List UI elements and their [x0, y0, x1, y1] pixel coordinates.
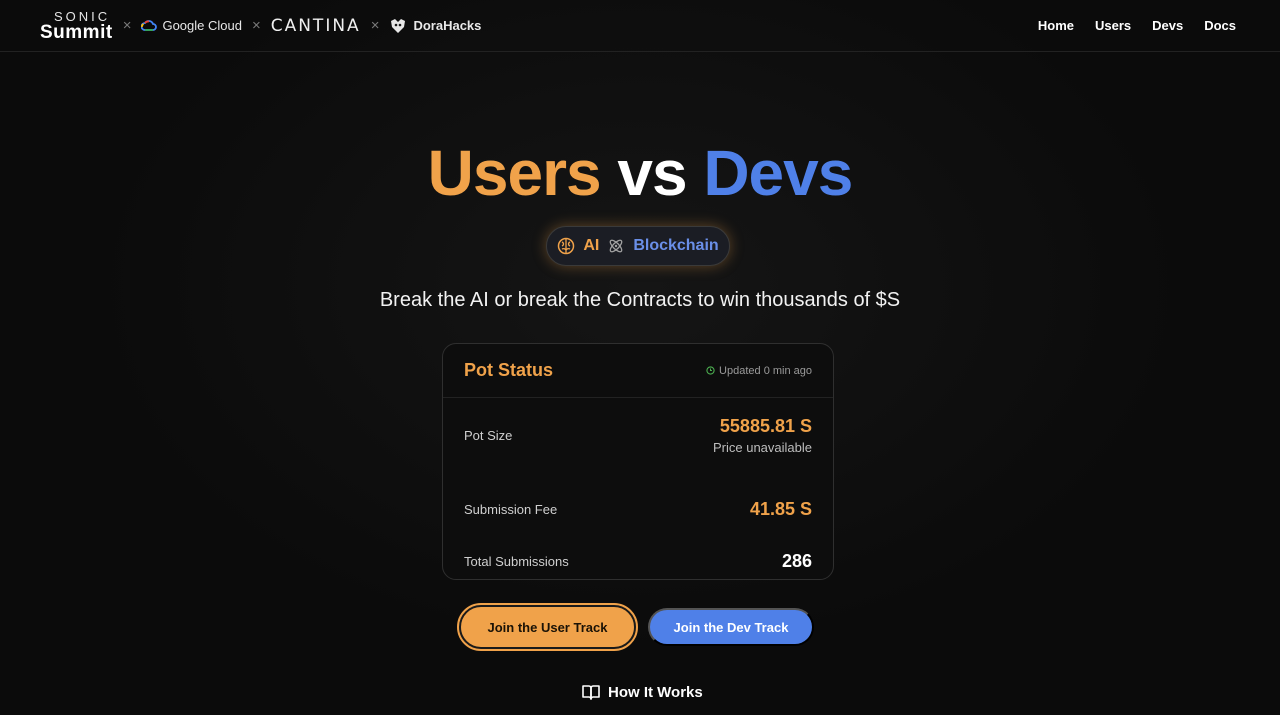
pot-status-title: Pot Status: [464, 360, 554, 380]
sonic-logo-top: SONIC: [54, 8, 111, 24]
hero-title: Users vs Devs: [0, 136, 1280, 210]
total-submissions-value: 286: [781, 550, 812, 571]
how-it-works-link[interactable]: How It Works: [582, 682, 703, 702]
badge-blockchain-label: Blockchain: [633, 237, 719, 254]
separator: ×: [122, 17, 132, 34]
main-nav: Home Users Devs Docs: [1038, 18, 1240, 33]
pot-size-value-group: 55885.81 S Price unavailable: [713, 416, 812, 455]
price-status: Price unavailable: [712, 439, 812, 455]
clock-icon: [706, 366, 715, 375]
submission-fee-row: Submission Fee 41.85 S: [443, 480, 833, 538]
pot-size-row: Pot Size 55885.81 S Price unavailable: [443, 400, 833, 470]
separator: ×: [370, 17, 380, 34]
updated-indicator: Updated 0 min ago: [706, 365, 812, 377]
nav-docs[interactable]: Docs: [1204, 18, 1236, 33]
title-users: Users: [427, 137, 602, 209]
total-submissions-row: Total Submissions 286: [443, 538, 833, 584]
nav-home[interactable]: Home: [1038, 18, 1074, 33]
ai-blockchain-badge: AI Blockchain: [546, 226, 730, 266]
title-vs: vs: [617, 137, 687, 209]
atom-icon: [609, 239, 623, 253]
pot-status-card: Pot Status Updated 0 min ago Pot Size 55…: [442, 343, 834, 580]
pot-size-label: Pot Size: [464, 427, 513, 443]
google-cloud-logo: Google Cloud: [141, 18, 242, 33]
nav-users[interactable]: Users: [1095, 18, 1131, 33]
hero-tagline: Break the AI or break the Contracts to w…: [379, 289, 901, 311]
submission-fee-label: Submission Fee: [464, 501, 558, 517]
pot-status-header: Pot Status Updated 0 min ago: [443, 344, 833, 398]
separator: ×: [251, 17, 261, 34]
join-dev-track-button[interactable]: Join the Dev Track: [648, 608, 814, 646]
cantina-logo: CANTINA: [270, 15, 361, 36]
dorahacks-icon: [391, 18, 406, 33]
nav-devs[interactable]: Devs: [1152, 18, 1183, 33]
partner-logos: SONIC Summit × Google Cloud × CANTINA × …: [40, 10, 481, 42]
dorahacks-logo: DoraHacks: [389, 18, 481, 34]
badge-ai-label: AI: [583, 237, 600, 254]
book-icon: [582, 685, 600, 700]
title-devs: Devs: [703, 137, 853, 209]
join-user-track-button[interactable]: Join the User Track: [457, 603, 638, 651]
total-submissions-label: Total Submissions: [464, 553, 569, 569]
how-it-works-label: How It Works: [608, 683, 703, 701]
submission-fee-value: 41.85 S: [749, 498, 812, 519]
top-header: SONIC Summit × Google Cloud × CANTINA × …: [0, 0, 1280, 52]
dorahacks-label: DoraHacks: [413, 18, 482, 33]
google-cloud-label: Google Cloud: [162, 18, 242, 33]
sonic-summit-logo[interactable]: SONIC Summit: [40, 10, 113, 42]
sonic-logo-bottom: Summit: [40, 21, 113, 43]
brain-icon: [558, 237, 575, 255]
google-cloud-icon: [141, 19, 158, 31]
pot-size-value: 55885.81 S: [719, 415, 812, 436]
updated-label: Updated 0 min ago: [719, 364, 812, 377]
